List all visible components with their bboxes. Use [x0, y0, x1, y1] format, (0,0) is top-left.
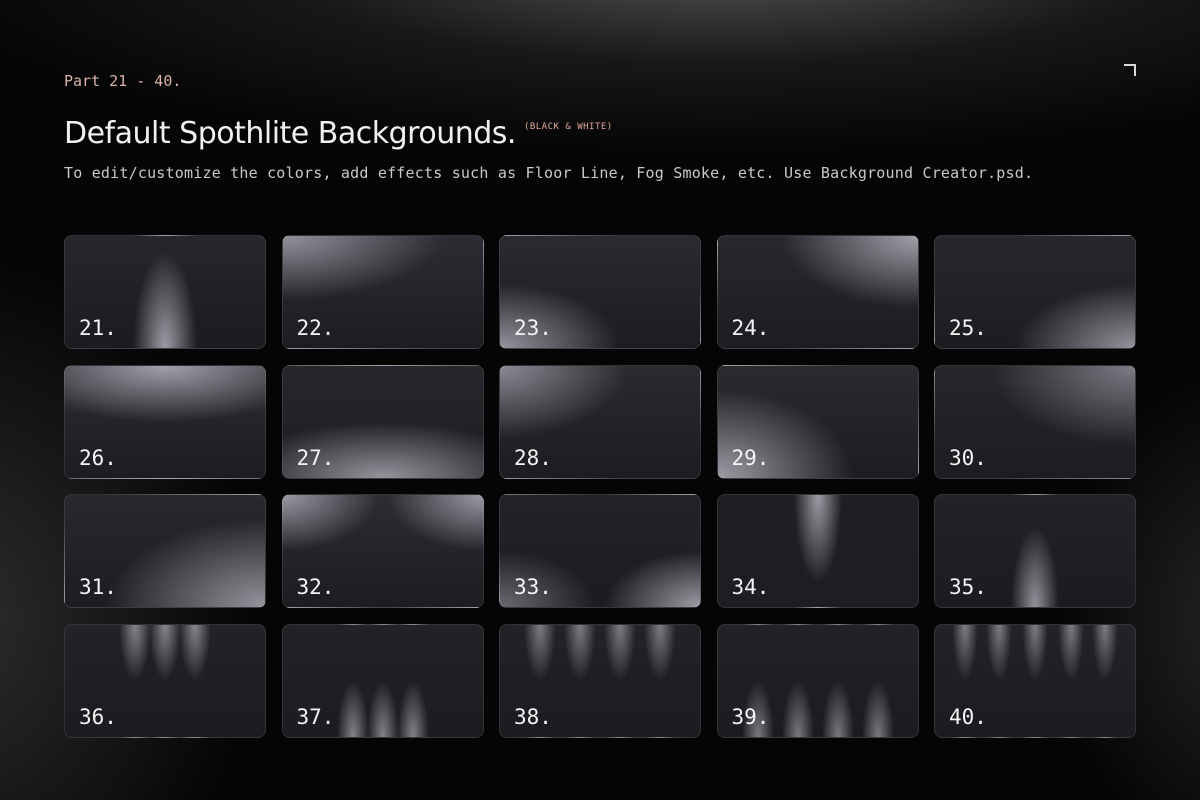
background-thumbnail: 25.	[934, 235, 1136, 349]
thumbnail-number: 24.	[731, 316, 770, 340]
thumbnail-number: 29.	[731, 445, 770, 470]
thumbnail-number: 25.	[949, 316, 987, 340]
color-mode-tag: (BLACK & WHITE)	[523, 122, 613, 132]
corner-bracket-icon	[1124, 64, 1136, 76]
thumbnail-number: 36.	[79, 704, 117, 729]
background-thumbnail: 37.	[281, 623, 484, 738]
background-thumbnail: 36.	[64, 623, 266, 738]
thumbnail-number: 35.	[949, 575, 987, 599]
background-thumbnail: 40.	[934, 623, 1136, 738]
part-range-label: Part 21 - 40.	[64, 72, 182, 90]
background-thumbnail: 23.	[499, 235, 701, 349]
title-row: Default Spothlite Backgrounds. (BLACK & …	[64, 116, 613, 151]
thumbnail-number: 23.	[514, 316, 552, 340]
thumbnail-number: 30.	[949, 445, 987, 470]
thumbnail-number: 40.	[949, 704, 987, 729]
background-thumbnail: 31.	[64, 494, 266, 608]
thumbnail-number: 26.	[79, 445, 117, 470]
background-thumbnail: 34.	[716, 494, 919, 608]
page-title: Default Spothlite Backgrounds.	[64, 116, 516, 151]
background-thumbnail: 32.	[281, 494, 484, 608]
background-thumbnail: 38.	[499, 623, 701, 738]
background-thumbnail: 39.	[716, 623, 919, 738]
background-thumbnail: 29.	[716, 364, 919, 479]
background-thumbnail: 28.	[499, 364, 701, 479]
background-grid: 21. 22. 23. 24. 25. 26. 27. 28. 29. 30. …	[64, 235, 1136, 738]
page-subtitle: To edit/customize the colors, add effect…	[64, 164, 1034, 182]
thumbnail-number: 33.	[514, 575, 552, 599]
thumbnail-number: 27.	[296, 445, 335, 470]
thumbnail-number: 32.	[296, 575, 335, 599]
background-thumbnail: 35.	[934, 494, 1136, 608]
thumbnail-number: 34.	[731, 575, 770, 599]
background-thumbnail: 24.	[716, 235, 919, 349]
background-thumbnail: 21.	[64, 235, 266, 349]
background-thumbnail: 27.	[281, 364, 484, 479]
background-thumbnail: 30.	[934, 364, 1136, 479]
thumbnail-number: 22.	[296, 316, 335, 340]
thumbnail-number: 21.	[79, 316, 117, 340]
thumbnail-number: 39.	[731, 704, 770, 729]
thumbnail-number: 28.	[514, 445, 552, 470]
background-thumbnail: 33.	[499, 494, 701, 608]
background-thumbnail: 22.	[281, 235, 484, 349]
thumbnail-number: 38.	[514, 704, 552, 729]
thumbnail-number: 31.	[79, 575, 117, 599]
background-thumbnail: 26.	[64, 364, 266, 479]
thumbnail-number: 37.	[296, 704, 335, 729]
